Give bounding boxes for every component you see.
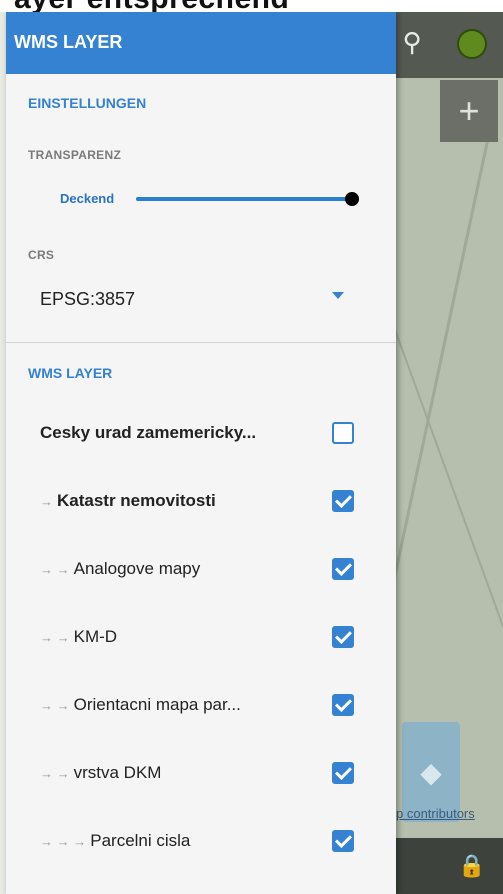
plus-icon[interactable]: + (440, 80, 498, 142)
crs-select[interactable]: EPSG:3857 (40, 289, 135, 310)
layer-label: Cesky urad zamemericky... (40, 423, 256, 443)
transparency-value-label: Deckend (60, 191, 115, 206)
layer-label: → → Analogove mapy (40, 559, 200, 579)
wms-layers-section-title: WMS LAYER (28, 365, 113, 381)
indent-arrows: → → (40, 698, 70, 713)
layer-label: → → KM-D (40, 627, 117, 647)
layer-label: → → vrstva DKM (40, 763, 161, 783)
layer-name: Katastr nemovitosti (57, 491, 216, 510)
layer-name: Cesky urad zamemericky... (40, 423, 257, 442)
layer-row[interactable]: Cesky urad zamemericky... (6, 409, 396, 459)
layer-checkbox[interactable] (332, 558, 354, 580)
drawer-title: WMS LAYER (14, 32, 123, 52)
chevron-down-icon[interactable] (332, 292, 344, 299)
layer-name: Analogove mapy (73, 559, 201, 578)
layer-name: vrstva DKM (73, 763, 162, 782)
layer-label: → → → Parcelni cisla (40, 831, 190, 851)
layer-checkbox[interactable] (332, 762, 354, 784)
map-view[interactable]: ⚲ + ◆ p contributors 🔒 (396, 0, 503, 894)
indent-arrows: → → (40, 562, 70, 577)
drawer-header: WMS LAYER (6, 12, 396, 74)
indent-arrows: → → → (40, 834, 87, 849)
layer-label: → Katastr nemovitosti (40, 491, 216, 511)
layer-name: KM-D (73, 627, 118, 646)
layer-checkbox[interactable] (332, 422, 354, 444)
layer-checkbox[interactable] (332, 694, 354, 716)
crs-label: CRS (28, 248, 55, 262)
top-banner-text: ayer entsprechend (14, 0, 289, 12)
layer-checkbox[interactable] (332, 830, 354, 852)
layer-row[interactable]: → → → Parcelni cisla (6, 817, 396, 867)
transparency-slider[interactable] (136, 192, 359, 206)
transparency-slider-fill (136, 197, 352, 201)
lock-icon[interactable]: 🔒 (452, 846, 492, 886)
layer-row[interactable]: → → vrstva DKM (6, 749, 396, 799)
layer-checkbox[interactable] (332, 626, 354, 648)
indent-arrows: → → (40, 630, 70, 645)
layer-row[interactable]: → → →Obrazy parcel (6, 885, 396, 894)
transparency-slider-thumb[interactable] (345, 192, 359, 206)
indent-arrows: → (40, 494, 53, 509)
indent-arrows: → → (40, 766, 70, 781)
layer-checkbox[interactable] (332, 490, 354, 512)
layer-row[interactable]: → Katastr nemovitosti (6, 477, 396, 527)
map-attribution[interactable]: p contributors (396, 806, 475, 821)
layer-row[interactable]: → → KM-D (6, 613, 396, 663)
layer-name: Parcelni cisla (90, 831, 191, 850)
settings-section-title: EINSTELLUNGEN (28, 95, 147, 111)
transparency-label: TRANSPARENZ (28, 148, 122, 162)
layer-row[interactable]: → → Orientacni mapa par... (6, 681, 396, 731)
layer-row[interactable]: → → Analogove mapy (6, 545, 396, 595)
gps-icon[interactable] (450, 22, 494, 66)
search-icon[interactable]: ⚲ (396, 22, 428, 62)
top-banner-text-strip: ayer entsprechend (0, 0, 503, 12)
section-divider (6, 342, 396, 343)
layer-name: Orientacni mapa par... (73, 695, 241, 714)
wms-layer-drawer: WMS LAYER EINSTELLUNGEN TRANSPARENZ Deck… (6, 12, 396, 894)
layer-label: → → Orientacni mapa par... (40, 695, 241, 715)
